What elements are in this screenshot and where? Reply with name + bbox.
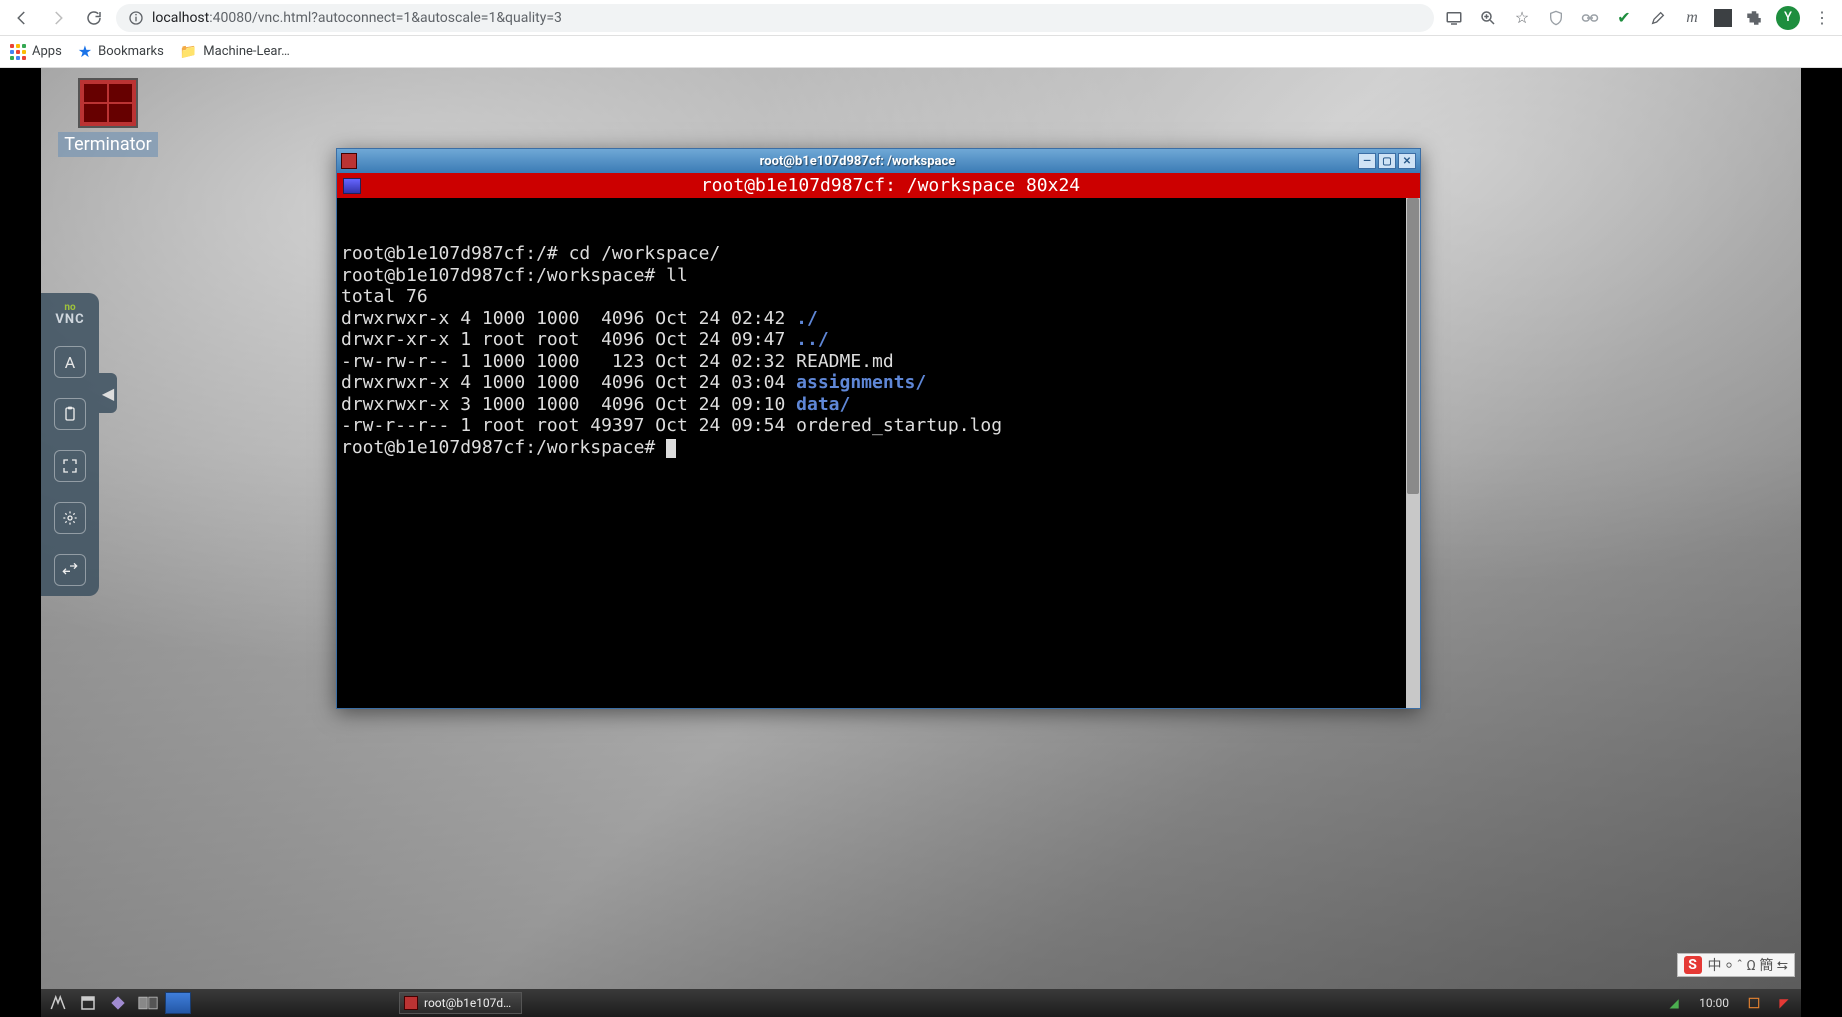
terminal-line: -rw-rw-r-- 1 1000 1000 123 Oct 24 02:32 …	[341, 351, 1416, 373]
url-text: localhost:40080/vnc.html?autoconnect=1&a…	[152, 10, 562, 26]
forward-button[interactable]	[44, 4, 72, 32]
folder-icon: 📁	[180, 44, 197, 60]
start-menu-button[interactable]	[45, 992, 71, 1014]
terminal-line: -rw-r--r-- 1 root root 49397 Oct 24 09:5…	[341, 415, 1416, 437]
link-icon[interactable]	[1578, 6, 1602, 30]
profile-avatar[interactable]: Y	[1776, 6, 1800, 30]
shield-icon[interactable]	[1544, 6, 1568, 30]
cast-icon[interactable]	[1442, 6, 1466, 30]
ml-folder[interactable]: 📁 Machine-Lear…	[180, 44, 290, 60]
browser-toolbar: localhost:40080/vnc.html?autoconnect=1&a…	[0, 0, 1842, 36]
terminal-line: root@b1e107d987cf:/workspace#	[341, 437, 1416, 459]
tab-split-icon[interactable]	[343, 178, 361, 194]
terminal-scrollbar[interactable]	[1406, 198, 1420, 708]
terminator-label: Terminator	[58, 132, 158, 157]
menu-icon[interactable]: ⋮	[1810, 6, 1834, 30]
show-desktop-button[interactable]	[165, 992, 191, 1014]
ime-s-icon[interactable]: S	[1684, 956, 1702, 974]
star-icon: ★	[78, 42, 92, 61]
keyboard-button[interactable]: A	[54, 346, 86, 378]
reload-button[interactable]	[80, 4, 108, 32]
terminal-line: drwxrwxr-x 3 1000 1000 4096 Oct 24 09:10…	[341, 394, 1416, 416]
minimize-button[interactable]: —	[1358, 153, 1376, 169]
tray-icon1[interactable]: ◢	[1661, 992, 1687, 1014]
vnc-viewport: noVNC A ◀ Terminator root@b	[0, 68, 1842, 1017]
address-bar[interactable]: localhost:40080/vnc.html?autoconnect=1&a…	[116, 4, 1434, 32]
scrollbar-thumb[interactable]	[1407, 198, 1419, 494]
check-icon[interactable]: ✔	[1612, 6, 1636, 30]
eyedropper-icon[interactable]	[1646, 6, 1670, 30]
terminal-line: root@b1e107d987cf:/# cd /workspace/	[341, 243, 1416, 265]
back-button[interactable]	[8, 4, 36, 32]
terminator-icon	[78, 78, 138, 128]
apps-grid-icon	[10, 44, 26, 60]
disconnect-button[interactable]	[54, 554, 86, 586]
terminal-app-icon	[341, 153, 357, 169]
terminal-body[interactable]: root@b1e107d987cf:/# cd /workspace/root@…	[337, 198, 1420, 708]
info-icon	[128, 10, 144, 26]
clipboard-button[interactable]	[54, 398, 86, 430]
tray-icon3[interactable]: ◤	[1771, 992, 1797, 1014]
app1-button[interactable]	[105, 992, 131, 1014]
square-icon[interactable]	[1714, 9, 1732, 27]
terminal-line: drwxrwxr-x 4 1000 1000 4096 Oct 24 02:42…	[341, 308, 1416, 330]
panel-toggle[interactable]: ◀	[99, 373, 117, 413]
terminal-tab-title: root@b1e107d987cf: /workspace 80x24	[361, 175, 1420, 196]
taskbar-terminal-task[interactable]: root@b1e107d…	[399, 992, 522, 1014]
remote-desktop[interactable]: noVNC A ◀ Terminator root@b	[41, 68, 1801, 1017]
tray-icon2[interactable]	[1741, 992, 1767, 1014]
ime-chars: 中 ⸰ ˆ Ω 簡 ⮀	[1708, 955, 1788, 975]
taskbar-clock[interactable]: 10:00	[1691, 996, 1737, 1010]
apps-shortcut[interactable]: Apps	[10, 44, 62, 60]
novnc-logo: noVNC	[55, 303, 84, 326]
star-icon[interactable]: ☆	[1510, 6, 1534, 30]
terminal-line: drwxrwxr-x 4 1000 1000 4096 Oct 24 03:04…	[341, 372, 1416, 394]
bookmarks-bar: Apps ★ Bookmarks 📁 Machine-Lear…	[0, 36, 1842, 68]
workspace-button[interactable]	[135, 992, 161, 1014]
zoom-icon[interactable]	[1476, 6, 1500, 30]
bookmarks-label: Bookmarks	[98, 44, 164, 59]
settings-button[interactable]	[54, 502, 86, 534]
toolbar-icons: ☆ ✔ m Y ⋮	[1442, 6, 1834, 30]
terminal-titlebar[interactable]: root@b1e107d987cf: /workspace — ▢ ✕	[337, 149, 1420, 173]
maximize-button[interactable]: ▢	[1378, 153, 1396, 169]
m-icon[interactable]: m	[1680, 6, 1704, 30]
ime-toolbar[interactable]: S 中 ⸰ ˆ Ω 簡 ⮀	[1677, 953, 1795, 977]
terminal-tabbar[interactable]: root@b1e107d987cf: /workspace 80x24	[337, 173, 1420, 198]
task-label: root@b1e107d…	[424, 996, 511, 1010]
ml-label: Machine-Lear…	[203, 44, 290, 59]
terminal-window: root@b1e107d987cf: /workspace — ▢ ✕ root…	[336, 148, 1421, 709]
terminal-title: root@b1e107d987cf: /workspace	[363, 154, 1352, 169]
close-button[interactable]: ✕	[1398, 153, 1416, 169]
task-terminal-icon	[404, 996, 418, 1010]
novnc-panel: noVNC A ◀	[41, 293, 99, 596]
terminator-desktop-icon[interactable]: Terminator	[53, 78, 163, 157]
terminal-cursor	[666, 439, 676, 458]
terminal-line: root@b1e107d987cf:/workspace# ll	[341, 265, 1416, 287]
file-manager-button[interactable]	[75, 992, 101, 1014]
apps-label: Apps	[32, 44, 62, 59]
terminal-line: drwxr-xr-x 1 root root 4096 Oct 24 09:47…	[341, 329, 1416, 351]
linux-taskbar: root@b1e107d… ◢ 10:00 ◤	[41, 989, 1801, 1017]
fullscreen-button[interactable]	[54, 450, 86, 482]
extensions-icon[interactable]	[1742, 6, 1766, 30]
terminal-line: total 76	[341, 286, 1416, 308]
bookmarks-shortcut[interactable]: ★ Bookmarks	[78, 42, 164, 61]
